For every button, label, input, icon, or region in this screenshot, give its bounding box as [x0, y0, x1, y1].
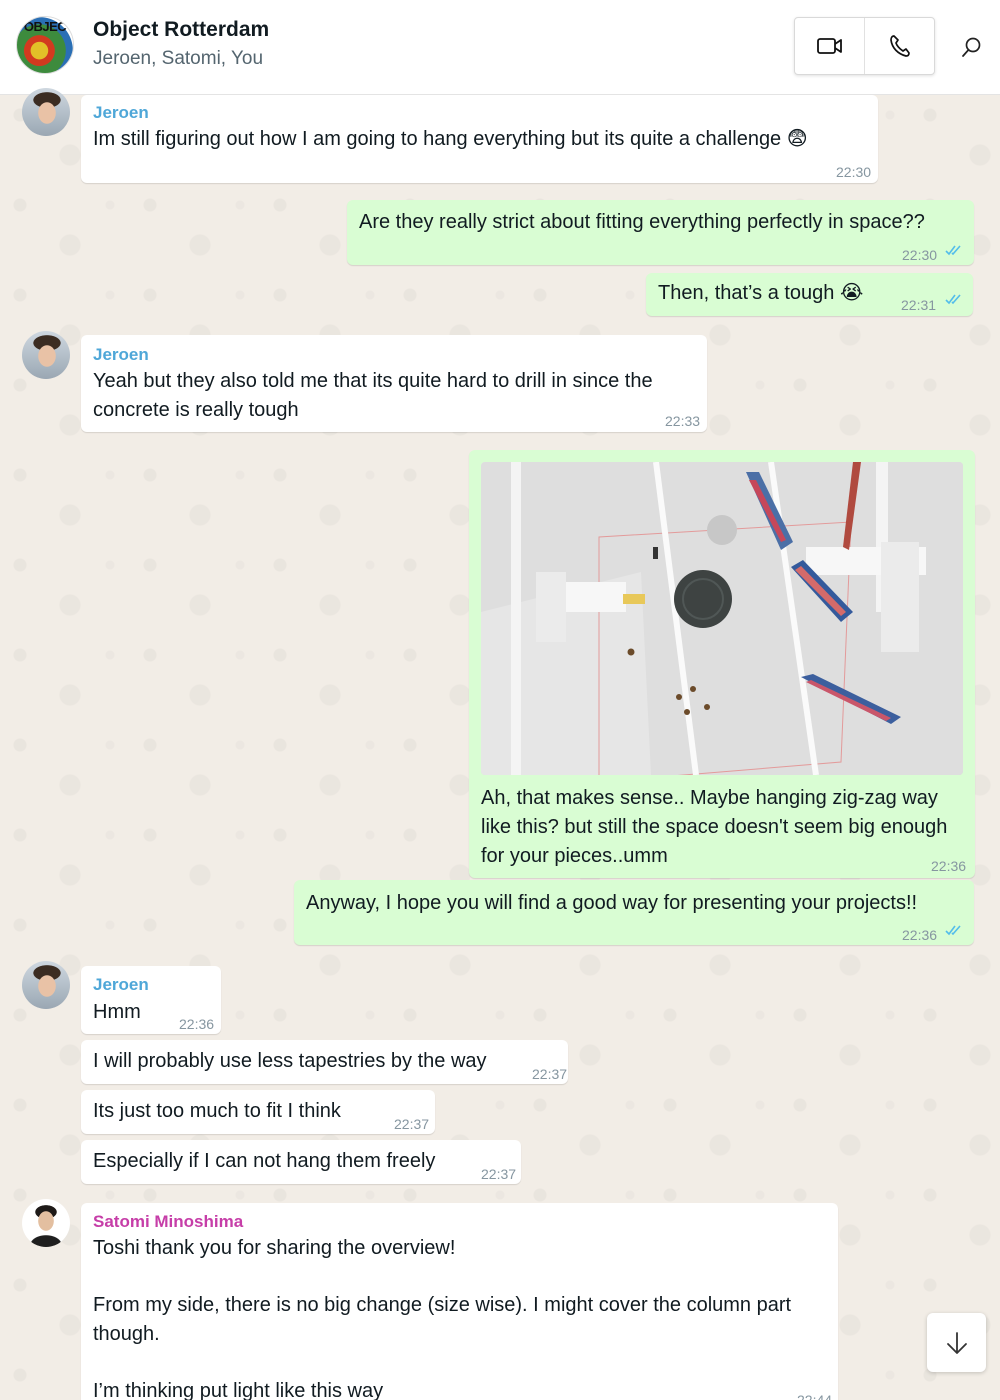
- message-time: 22:37: [532, 1066, 568, 1082]
- chat-title-block[interactable]: Object Rotterdam Jeroen, Satomi, You: [93, 18, 269, 70]
- avatar-satomi[interactable]: [22, 1199, 70, 1247]
- message-sender[interactable]: Jeroen: [93, 344, 149, 366]
- message-bubble[interactable]: Especially if I can not hang them freely…: [81, 1140, 521, 1184]
- message-bubble[interactable]: Then, that’s a tough 😭 22:31: [646, 273, 973, 316]
- message-time: 22:31: [901, 297, 937, 313]
- video-camera-icon: [816, 38, 842, 54]
- shared-image[interactable]: [481, 462, 963, 775]
- chat-title: Object Rotterdam: [93, 18, 270, 41]
- message-time: 22:36: [902, 927, 938, 943]
- message-text-line: Toshi thank you for sharing the overview…: [93, 1237, 456, 1259]
- message-text: I will probably use less tapestries by t…: [93, 1050, 487, 1072]
- group-avatar[interactable]: OBJEC: [16, 16, 74, 74]
- read-ticks-icon: [945, 294, 961, 305]
- read-ticks-icon: [945, 245, 961, 256]
- message-bubble[interactable]: Anyway, I hope you will find a good way …: [294, 880, 974, 945]
- message-text-line: From my side, there is no big change (si…: [93, 1294, 792, 1345]
- message-text-line: I’m thinking put light like this way: [93, 1380, 384, 1400]
- message-time: 22:44: [797, 1392, 833, 1400]
- read-ticks-icon: [945, 925, 961, 936]
- chat-header: OBJEC Object Rotterdam Jeroen, Satomi, Y…: [0, 0, 1000, 95]
- message-text: Im still figuring out how I am going to …: [93, 128, 808, 150]
- message-bubble[interactable]: Jeroen Hmm 22:36: [81, 966, 221, 1034]
- call-buttons: [794, 17, 935, 75]
- message-time: 22:36: [179, 1016, 215, 1032]
- message-sender[interactable]: Satomi Minoshima: [93, 1211, 243, 1233]
- message-text: Ah, that makes sense.. Maybe hanging zig…: [481, 787, 948, 867]
- message-bubble[interactable]: Jeroen Im still figuring out how I am go…: [81, 95, 878, 183]
- avatar-jeroen[interactable]: [22, 331, 70, 379]
- message-time: 22:30: [836, 164, 872, 180]
- avatar-jeroen[interactable]: [22, 961, 70, 1009]
- message-time: 22:37: [481, 1166, 517, 1182]
- voice-call-button[interactable]: [864, 18, 934, 74]
- message-sender[interactable]: Jeroen: [93, 974, 149, 996]
- group-logo-text: OBJEC: [23, 19, 67, 34]
- message-sender[interactable]: Jeroen: [93, 102, 149, 124]
- message-bubble[interactable]: I will probably use less tapestries by t…: [81, 1040, 568, 1084]
- search-icon: [962, 37, 981, 57]
- search-button[interactable]: [955, 30, 989, 64]
- message-bubble[interactable]: Jeroen Yeah but they also told me that i…: [81, 335, 707, 432]
- message-time: 22:37: [394, 1116, 430, 1132]
- video-call-button[interactable]: [795, 18, 864, 74]
- message-text: Hmm: [93, 1001, 141, 1023]
- phone-icon: [889, 35, 910, 57]
- arrow-down-icon: [946, 1331, 967, 1354]
- chat-participants: Jeroen, Satomi, You: [93, 48, 264, 69]
- message-bubble[interactable]: Satomi Minoshima Toshi thank you for sha…: [81, 1203, 838, 1400]
- message-text: Then, that’s a tough 😭: [658, 282, 864, 304]
- message-text: Especially if I can not hang them freely: [93, 1150, 436, 1172]
- scroll-to-bottom-button[interactable]: [927, 1313, 986, 1372]
- message-text: Anyway, I hope you will find a good way …: [306, 892, 918, 914]
- message-text: Are they really strict about fitting eve…: [359, 211, 925, 233]
- message-time: 22:33: [665, 413, 701, 429]
- message-bubble[interactable]: Are they really strict about fitting eve…: [347, 200, 974, 265]
- message-text: Yeah but they also told me that its quit…: [93, 370, 653, 421]
- message-time: 22:30: [902, 247, 938, 263]
- message-text: Its just too much to fit I think: [93, 1100, 341, 1122]
- avatar-jeroen[interactable]: [22, 88, 70, 136]
- image-message-bubble[interactable]: Ah, that makes sense.. Maybe hanging zig…: [469, 450, 975, 878]
- message-time: 22:36: [931, 858, 967, 874]
- message-bubble[interactable]: Its just too much to fit I think 22:37: [81, 1090, 435, 1134]
- room-render-illustration: [481, 462, 963, 775]
